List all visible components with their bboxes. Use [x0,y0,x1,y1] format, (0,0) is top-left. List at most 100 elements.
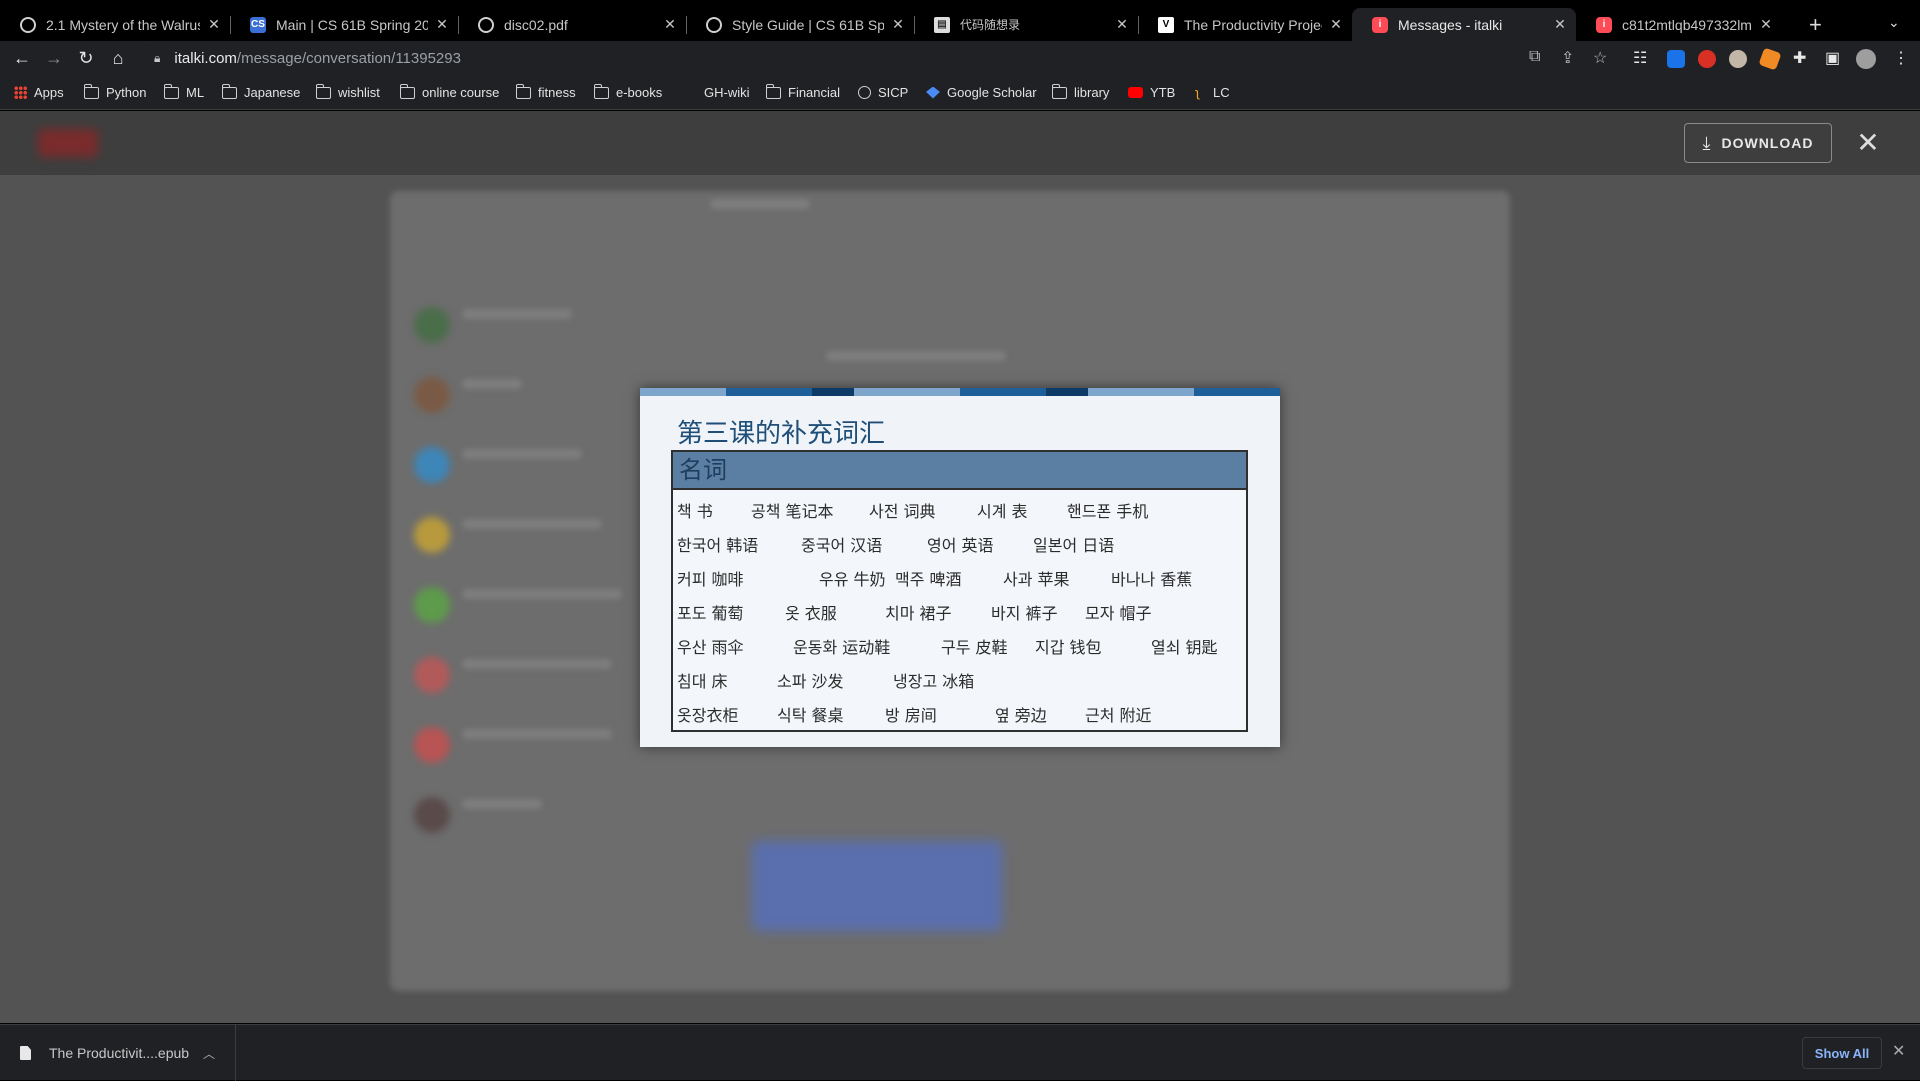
close-icon[interactable]: ✕ [890,16,906,33]
extension-calendar-icon[interactable] [1667,50,1685,68]
bookmark-label: Financial [788,85,841,100]
bookmark-wishlist[interactable]: wishlist [316,83,380,100]
folder-icon [516,83,531,99]
globe-icon [478,16,494,33]
bookmark-apps[interactable]: Apps [14,85,64,100]
home-icon[interactable]: ⌂ [106,48,130,69]
share-icon[interactable]: ⇪ [1561,48,1574,68]
extensions-puzzle-icon[interactable]: ✚ [1793,48,1806,68]
apps-icon [14,86,27,99]
tab-pdf[interactable]: i c81t2mtlqb497332lmhg.pdf ✕ [1576,8,1782,41]
close-icon[interactable]: ✕ [1856,127,1880,159]
tab-messages-italki[interactable]: i Messages - italki ✕ [1352,8,1576,41]
bookmark-lc[interactable]: ʅ LC [1196,85,1230,100]
bookmark-sicp[interactable]: SICP [858,85,908,100]
folder-icon [766,83,781,99]
bookmark-library[interactable]: library [1052,83,1109,100]
back-icon[interactable]: ← [10,48,34,69]
translate-icon[interactable]: ⧉ [1529,48,1540,66]
vocab-item: 중국어 汉语 [801,536,883,555]
blurred-avatar [414,727,450,763]
side-panel-icon[interactable]: ▣ [1825,48,1840,68]
tab-title: Main | CS 61B Spring 2021 [276,16,428,33]
close-icon[interactable]: ✕ [662,16,678,33]
blurred-avatar [414,587,450,623]
tab-daima[interactable]: ▤ 代码随想录 ✕ [914,8,1139,41]
close-icon[interactable]: ✕ [206,16,222,33]
vocabulary-table: 名词 책 书 공책 笔记本 사전 词典 시계 表 핸드폰 手机 한국어 韩语 중… [671,450,1248,732]
forward-icon[interactable]: → [42,48,66,69]
vocab-item: 시계 表 [977,502,1028,521]
menu-kebab-icon[interactable]: ⋮ [1893,48,1909,68]
blurred-logo [38,129,98,157]
bookmark-label: GH-wiki [704,85,750,100]
download-icon: ⤓ [1702,132,1712,153]
vocab-item: 바나나 香蕉 [1111,570,1193,589]
close-icon[interactable]: ✕ [1758,16,1774,33]
download-button[interactable]: ⤓ DOWNLOAD [1684,123,1832,163]
bookmark-label: fitness [538,85,576,100]
extension-notification-icon[interactable] [1698,50,1716,68]
close-icon[interactable]: ✕ [1328,16,1344,33]
tab-cs61b-main[interactable]: CS Main | CS 61B Spring 2021 ✕ [230,8,459,41]
close-icon[interactable]: ✕ [1114,16,1130,33]
vocab-item: 치마 裙子 [885,604,952,623]
vocab-item: 옷장衣柜 [677,706,739,725]
vocab-item: 열쇠 钥匙 [1151,638,1218,657]
reload-icon[interactable]: ↻ [74,48,98,69]
bookmark-e-books[interactable]: e-books [594,83,662,100]
bookmark-gh-wiki[interactable]: GH-wiki [704,85,750,100]
new-tab-icon[interactable]: + [1809,12,1822,38]
bookmark-python[interactable]: Python [84,83,146,100]
chevron-up-icon[interactable]: ︿ [203,1045,215,1062]
tab-style-guide[interactable]: Style Guide | CS 61B Spring ✕ [686,8,915,41]
bookmark-label: YTB [1150,85,1176,100]
tab-productivity[interactable]: V The Productivity Project | Cl ✕ [1138,8,1352,41]
extension-face-icon[interactable] [1729,50,1747,68]
bookmark-label: Apps [34,85,64,100]
bookmark-star-icon[interactable]: ☆ [1593,48,1607,68]
vocab-item: 모자 帽子 [1085,604,1152,623]
profile-avatar[interactable] [1856,49,1876,69]
globe-icon [706,16,722,33]
reading-list-icon[interactable]: ☷ [1633,48,1647,68]
vocab-item: 커피 咖啡 [677,570,744,589]
bookmark-online-course[interactable]: online course [400,83,500,100]
stripe-segment [726,388,812,396]
bookmark-ml[interactable]: ML [164,83,204,100]
v-icon: V [1158,16,1174,33]
vocab-item: 일본어 日语 [1033,536,1115,555]
bookmark-fitness[interactable]: fitness [516,83,576,100]
address-bar[interactable]: 🔒︎ italki.com/message/conversation/11395… [142,43,1622,73]
vocab-item: 공책 笔记本 [751,502,834,521]
page-content: ⤓ DOWNLOAD ✕ 第三课的补充词汇 名词 책 书 공책 笔记本 사전 词… [0,111,1920,1023]
bookmark-ytb[interactable]: YTB [1128,85,1175,100]
blurred-text [462,449,582,459]
slide-title: 第三课的补充词汇 [677,419,886,449]
url-host: italki.com [174,49,237,67]
vocab-item: 우유 牛奶 [819,570,886,589]
tab-title: The Productivity Project | Cl [1184,16,1322,33]
globe-icon [858,86,871,99]
stripe-segment [854,388,960,396]
chevron-down-icon[interactable]: ⌄ [1888,14,1900,31]
bookmark-label: online course [422,85,500,100]
bookmark-financial[interactable]: Financial [766,83,841,100]
folder-icon [400,83,415,99]
close-icon[interactable]: ✕ [1552,16,1568,33]
tab-title: 2.1 Mystery of the Walrus - I [46,16,200,33]
bookmark-japanese[interactable]: Japanese [222,83,300,100]
tab-walrus[interactable]: 2.1 Mystery of the Walrus - I ✕ [0,8,231,41]
vocab-item: 근처 附近 [1085,706,1152,725]
close-icon[interactable]: ✕ [1892,1041,1905,1061]
vocabulary-slide: 第三课的补充词汇 名词 책 书 공책 笔记本 사전 词典 시계 表 핸드폰 手机… [640,388,1280,747]
tab-disc02[interactable]: disc02.pdf ✕ [458,8,687,41]
show-all-button[interactable]: Show All [1802,1037,1882,1069]
vocab-item: 영어 英语 [927,536,994,555]
vocab-item: 우산 雨伞 [677,638,744,657]
close-icon[interactable]: ✕ [434,16,450,33]
download-item[interactable]: The Productivit....epub ︿ [0,1025,236,1081]
vocab-item: 바지 裤子 [991,604,1058,623]
folder-icon [316,83,331,99]
bookmark-google-scholar[interactable]: Google Scholar [926,85,1037,100]
